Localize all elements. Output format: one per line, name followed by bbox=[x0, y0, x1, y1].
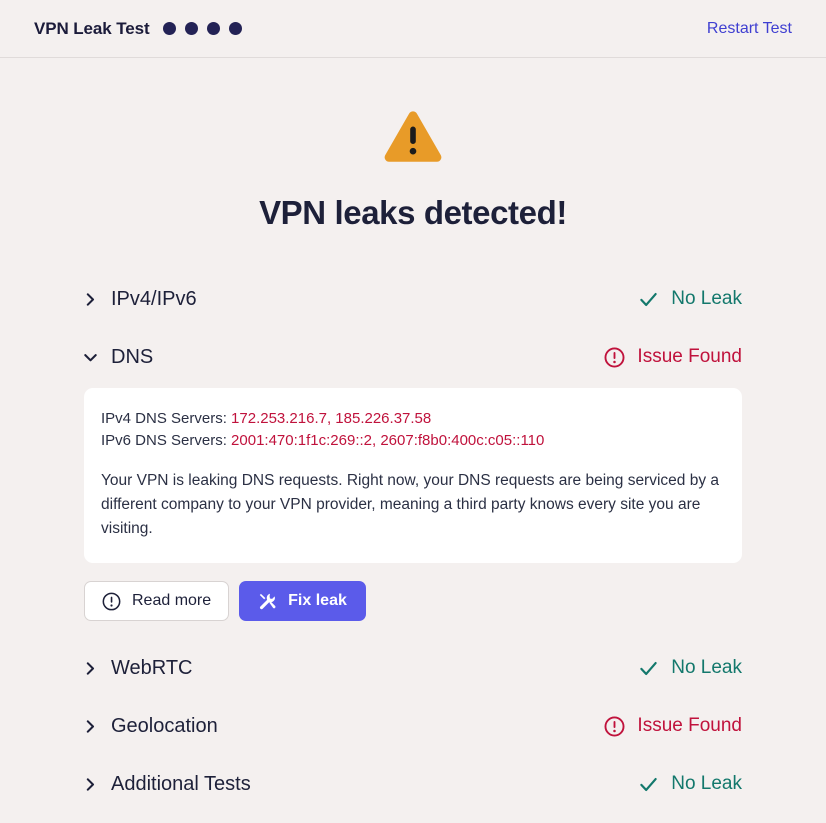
page-title: VPN leaks detected! bbox=[259, 194, 567, 231]
dns-description: Your VPN is leaking DNS requests. Right … bbox=[101, 472, 720, 537]
page-header: VPN Leak Test Restart Test bbox=[0, 0, 826, 58]
read-more-button[interactable]: Read more bbox=[84, 581, 230, 621]
status-badge: Issue Found bbox=[637, 715, 742, 736]
result-label: IPv4/IPv6 bbox=[111, 287, 197, 310]
dns-detail-panel: IPv4 DNS Servers: 172.253.216.7, 185.226… bbox=[84, 388, 742, 563]
row-left: Geolocation bbox=[84, 715, 218, 738]
status-badge: No Leak bbox=[671, 657, 742, 678]
result-row-dns[interactable]: DNS Issue Found bbox=[84, 328, 742, 386]
check-icon bbox=[640, 292, 657, 306]
result-label: DNS bbox=[111, 345, 154, 368]
check-icon bbox=[640, 661, 657, 675]
chevron-right-icon bbox=[86, 661, 95, 675]
result-row-webrtc[interactable]: WebRTC No Leak bbox=[84, 639, 742, 697]
progress-dots bbox=[162, 22, 242, 35]
row-left: WebRTC bbox=[84, 657, 193, 680]
status-badge: Issue Found bbox=[637, 346, 742, 367]
chevron-right-icon bbox=[86, 777, 95, 791]
ipv4-dns-line: IPv4 DNS Servers: 172.253.216.7, 185.226… bbox=[101, 408, 725, 430]
result-row-additional-tests[interactable]: Additional Tests No Leak bbox=[84, 755, 742, 813]
row-left: DNS bbox=[84, 346, 153, 369]
exclamation-circle-icon bbox=[102, 592, 121, 610]
result-label: Geolocation bbox=[111, 714, 218, 737]
warning-triangle-icon bbox=[384, 111, 442, 162]
row-right: Issue Found bbox=[604, 346, 742, 368]
brand: VPN Leak Test bbox=[34, 19, 242, 39]
result-label: Additional Tests bbox=[111, 772, 251, 795]
progress-dot bbox=[162, 22, 176, 35]
read-more-label: Read more bbox=[132, 592, 212, 609]
chevron-right-icon bbox=[86, 292, 95, 306]
fix-leak-button[interactable]: Fix leak bbox=[239, 581, 366, 621]
check-icon bbox=[640, 777, 657, 791]
tools-icon bbox=[259, 593, 276, 609]
status-badge: No Leak bbox=[671, 773, 742, 794]
brand-title: VPN Leak Test bbox=[34, 18, 150, 38]
ipv6-dns-value: 2001:470:1f1c:269::2, 2607:f8b0:400c:c05… bbox=[231, 432, 545, 449]
ipv4-dns-value: 172.253.216.7, 185.226.37.58 bbox=[231, 410, 432, 427]
restart-test-link[interactable]: Restart Test bbox=[707, 20, 792, 38]
progress-dot bbox=[206, 22, 220, 35]
dns-actions: Read more Fix leak bbox=[84, 581, 742, 621]
exclamation-circle-icon bbox=[604, 716, 625, 736]
row-right: No Leak bbox=[638, 657, 742, 679]
ipv4-dns-label: IPv4 DNS Servers: bbox=[101, 410, 227, 427]
result-label: WebRTC bbox=[111, 656, 193, 679]
chevron-down-icon bbox=[84, 353, 97, 361]
fix-leak-label: Fix leak bbox=[288, 592, 347, 609]
row-left: IPv4/IPv6 bbox=[84, 288, 197, 311]
result-row-geolocation[interactable]: Geolocation Issue Found bbox=[84, 697, 742, 755]
ipv6-dns-label: IPv6 DNS Servers: bbox=[101, 432, 227, 449]
exclamation-circle-icon bbox=[604, 347, 625, 367]
progress-dot bbox=[184, 22, 198, 35]
hero-section: VPN leaks detected! bbox=[0, 58, 826, 232]
row-right: No Leak bbox=[638, 288, 742, 310]
ipv6-dns-line: IPv6 DNS Servers: 2001:470:1f1c:269::2, … bbox=[101, 430, 725, 452]
vpn-leak-test-page: VPN Leak Test Restart Test VPN leaks det… bbox=[0, 0, 826, 823]
result-row-ipv4-ipv6[interactable]: IPv4/IPv6 No Leak bbox=[84, 270, 742, 328]
progress-dot bbox=[228, 22, 242, 35]
row-right: No Leak bbox=[638, 773, 742, 795]
chevron-right-icon bbox=[86, 719, 95, 733]
row-right: Issue Found bbox=[604, 715, 742, 737]
results-list: IPv4/IPv6 No Leak DNS Issue Found IPv4 D… bbox=[0, 270, 826, 813]
status-badge: No Leak bbox=[671, 288, 742, 309]
row-left: Additional Tests bbox=[84, 773, 251, 796]
